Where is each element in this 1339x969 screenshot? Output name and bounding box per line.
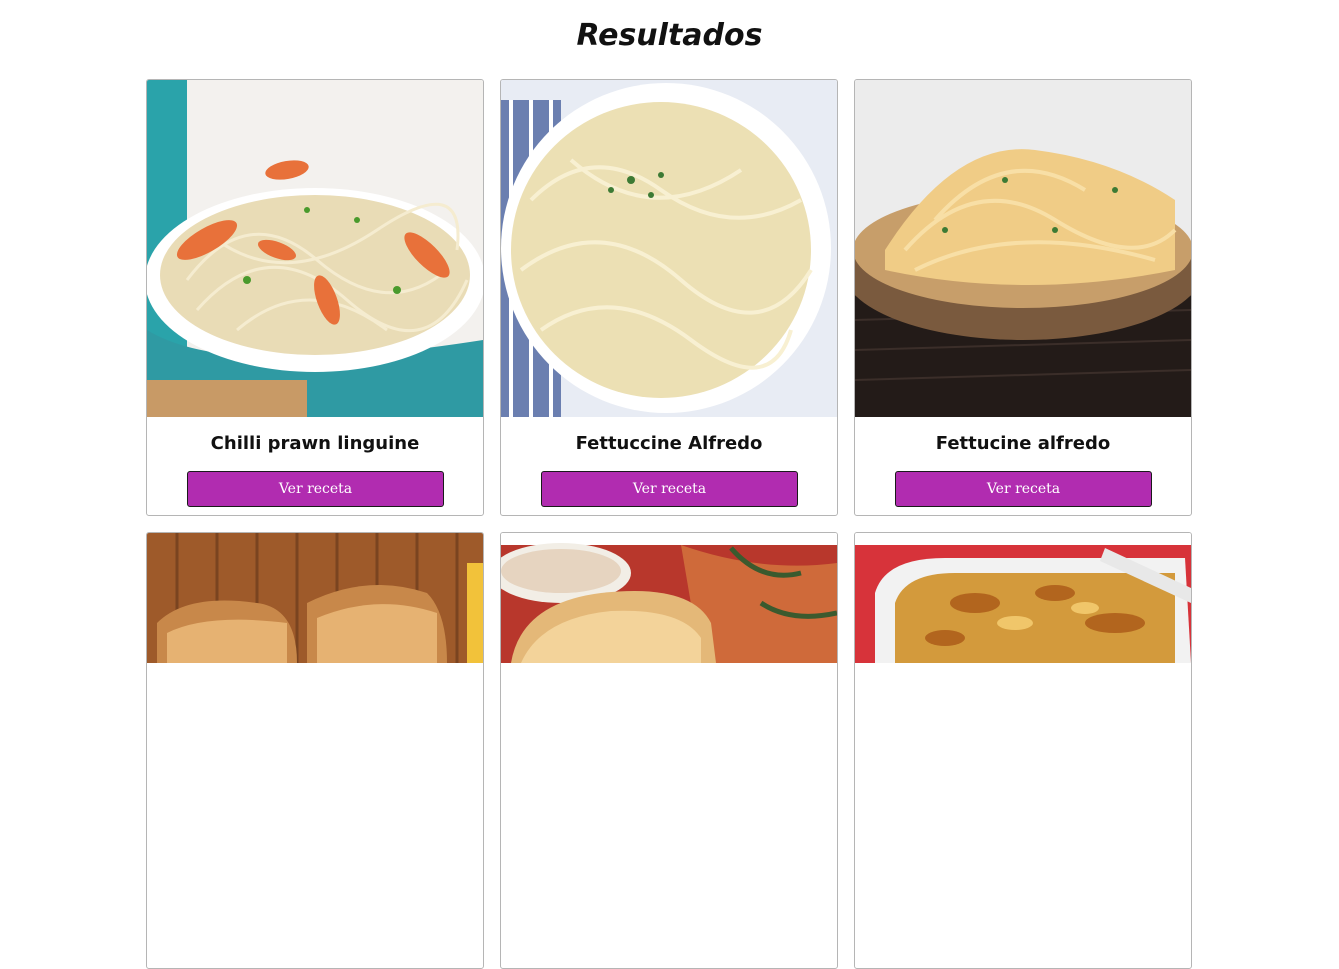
recipe-card — [500, 532, 838, 969]
recipe-title: Fettuccine Alfredo — [575, 433, 763, 454]
recipe-card — [854, 532, 1192, 969]
recipe-image-lasagna[interactable] — [855, 533, 1191, 663]
results-grid: Chilli prawn linguine Ver receta Fettucc… — [146, 79, 1194, 969]
recipe-image-prawn-linguine[interactable] — [147, 80, 483, 417]
recipe-card: Fettucine alfredo Ver receta — [854, 79, 1192, 516]
recipe-image-fettuccine-alfredo[interactable] — [501, 80, 837, 417]
recipe-card: Fettuccine Alfredo Ver receta — [500, 79, 838, 516]
page-title: Resultados — [576, 18, 763, 53]
recipe-image-fettucine-alfredo[interactable] — [855, 80, 1191, 417]
recipe-title: Fettucine alfredo — [935, 433, 1111, 454]
recipe-image-grilled-sandwich[interactable] — [147, 533, 483, 663]
recipe-card: Chilli prawn linguine Ver receta — [146, 79, 484, 516]
view-recipe-button[interactable]: Ver receta — [187, 471, 444, 507]
recipe-image-grilled-cheese[interactable] — [501, 533, 837, 663]
view-recipe-button[interactable]: Ver receta — [541, 471, 798, 507]
recipe-title: Chilli prawn linguine — [210, 433, 420, 454]
recipe-card — [146, 532, 484, 969]
view-recipe-button[interactable]: Ver receta — [895, 471, 1152, 507]
